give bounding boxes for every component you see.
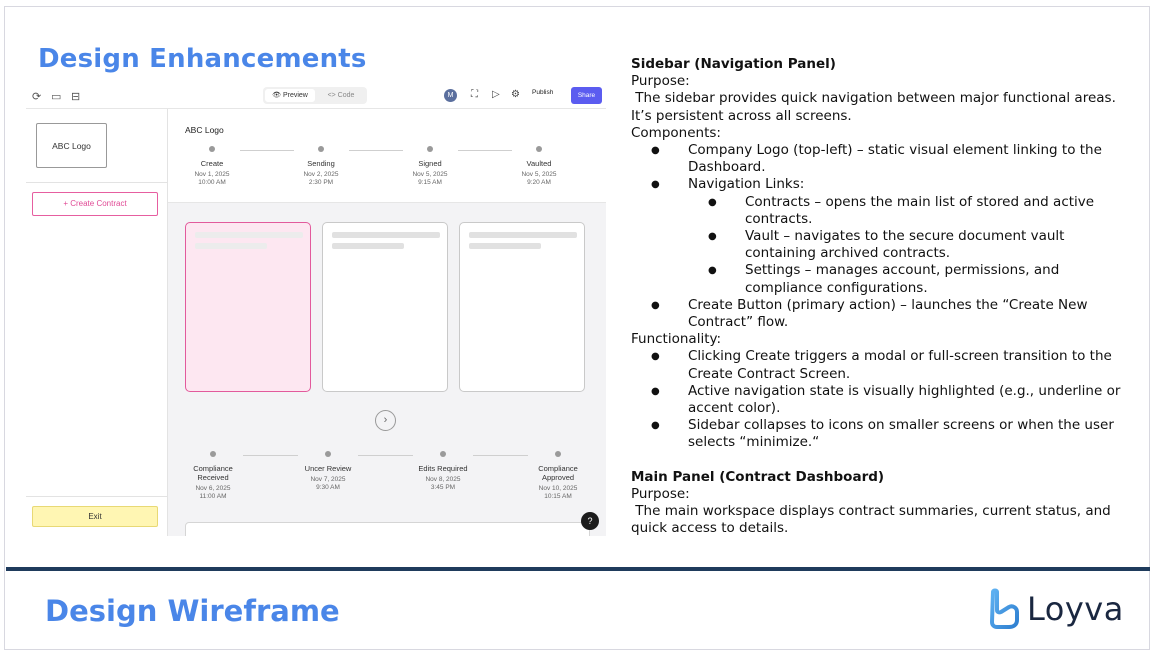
step-label: Compliance Approved <box>538 464 578 482</box>
step-label: Vaulted <box>526 159 552 168</box>
view-toggle: 👁 Preview <> Code <box>263 87 367 104</box>
status-step: Compliance Approved Nov 10, 2025 10:15 AM <box>518 451 598 501</box>
preview-tab[interactable]: 👁 Preview <box>265 89 315 102</box>
list-item: Sidebar collapses to icons on smaller sc… <box>631 417 1131 451</box>
list-item: Active navigation state is visually high… <box>631 383 1131 417</box>
list-item: Contracts – opens the main list of store… <box>631 194 1131 228</box>
create-contract-button[interactable]: + Create Contract <box>32 192 158 216</box>
contract-card[interactable] <box>322 222 448 392</box>
step-date: Nov 8, 2025 3:45 PM <box>425 476 461 491</box>
step-label: Signed <box>418 159 442 168</box>
section-title: Design Wireframe <box>45 594 340 628</box>
refresh-icon[interactable]: ⟳ <box>32 90 41 103</box>
functionality-label: Functionality: <box>631 331 722 348</box>
step-date: Nov 6, 2025 11:00 AM <box>195 485 231 500</box>
step-date: Nov 7, 2025 9:30 AM <box>310 476 346 491</box>
step-dot <box>209 146 215 152</box>
help-button[interactable]: ? <box>581 512 599 530</box>
step-date: Nov 2, 2025 2:30 PM <box>303 171 339 186</box>
list-item: Company Logo (top-left) – static visual … <box>631 142 1131 176</box>
step-date: Nov 10, 2025 10:15 AM <box>538 485 578 500</box>
status-step: Create Nov 1, 2025 10:00 AM <box>172 146 252 187</box>
content-card <box>185 522 590 536</box>
preview-label: Preview <box>282 92 308 99</box>
share-button[interactable]: Share <box>571 87 602 104</box>
spec-text: Sidebar (Navigation Panel) Purpose: The … <box>631 56 1131 537</box>
step-dot <box>325 451 331 457</box>
step-dot <box>536 146 542 152</box>
play-icon[interactable]: ▷ <box>492 89 500 100</box>
company-logo[interactable]: ABC Logo <box>36 123 107 168</box>
contract-card-selected[interactable] <box>185 222 311 392</box>
step-label: Compliance Received <box>193 464 233 482</box>
main-purpose-text: The main workspace displays contract sum… <box>631 503 1116 537</box>
wireframe-screenshot: ⟳ ▭ ⊟ 👁 Preview <> Code M ⛶ ▷ ⚙ Publish … <box>26 84 606 536</box>
exit-button[interactable]: Exit <box>32 506 158 527</box>
step-label: Create <box>200 159 224 168</box>
purpose-text: The sidebar provides quick navigation be… <box>631 90 1121 124</box>
footer-divider <box>6 567 1150 571</box>
functionality-list: Clicking Create triggers a modal or full… <box>631 348 1131 451</box>
status-step: Compliance Received Nov 6, 2025 11:00 AM <box>173 451 253 501</box>
status-step: Uncer Review Nov 7, 2025 9:30 AM <box>288 451 368 492</box>
status-header: ABC Logo Create Nov 1, 2025 10:00 AM Send… <box>168 109 606 203</box>
avatar[interactable]: M <box>444 89 457 102</box>
list-item: Create Button (primary action) – launche… <box>631 297 1131 331</box>
placeholder-line <box>332 232 440 238</box>
components-list: Company Logo (top-left) – static visual … <box>631 142 1131 331</box>
step-dot <box>318 146 324 152</box>
sidebar-divider <box>26 496 167 497</box>
scan-icon[interactable]: ⛶ <box>471 89 478 100</box>
loyva-mark-icon <box>990 588 1019 629</box>
main-title: ABC Logo <box>185 125 224 135</box>
status-step: Vaulted Nov 5, 2025 9:20 AM <box>499 146 579 187</box>
placeholder-line <box>469 243 541 249</box>
wireframe-main: ABC Logo Create Nov 1, 2025 10:00 AM Send… <box>168 109 606 536</box>
step-date: Nov 5, 2025 9:20 AM <box>521 171 557 186</box>
step-date: Nov 1, 2025 10:00 AM <box>194 171 230 186</box>
sidebar-divider <box>26 182 167 183</box>
step-label: Uncer Review <box>304 464 352 473</box>
status-step: Sending Nov 2, 2025 2:30 PM <box>281 146 361 187</box>
components-label: Components: <box>631 124 721 141</box>
wireframe-sidebar: ABC Logo + Create Contract Exit <box>26 109 168 536</box>
placeholder-line <box>332 243 404 249</box>
list-item: Vault – navigates to the secure document… <box>631 228 1131 262</box>
settings-icon[interactable]: ⚙ <box>511 89 520 100</box>
step-dot <box>427 146 433 152</box>
code-tab[interactable]: <> Code <box>317 89 365 102</box>
brand-logo: Loyva <box>987 588 1124 630</box>
list-item: Settings – manages account, permissions,… <box>631 262 1131 296</box>
purpose-label: Purpose: <box>631 73 690 90</box>
panel-icon[interactable]: ▭ <box>51 90 61 103</box>
step-dot <box>440 451 446 457</box>
step-dot <box>555 451 561 457</box>
step-label: Sending <box>307 159 335 168</box>
main-panel-heading: Main Panel (Contract Dashboard) <box>631 468 885 485</box>
brand-name: Loyva <box>1027 590 1124 628</box>
step-date: Nov 5, 2025 9:15 AM <box>412 171 448 186</box>
placeholder-line <box>195 232 303 238</box>
sidebar-heading: Sidebar (Navigation Panel) <box>631 56 836 72</box>
step-dot <box>210 451 216 457</box>
next-arrow-button[interactable]: › <box>375 410 396 431</box>
list-item: Clicking Create triggers a modal or full… <box>631 348 1131 382</box>
wireframe-toolbar: ⟳ ▭ ⊟ 👁 Preview <> Code M ⛶ ▷ ⚙ Publish … <box>26 84 606 109</box>
placeholder-line <box>195 243 267 249</box>
publish-button[interactable]: Publish <box>532 89 553 96</box>
status-step: Edits Required Nov 8, 2025 3:45 PM <box>403 451 483 492</box>
main-purpose-label: Purpose: <box>631 485 690 502</box>
placeholder-line <box>469 232 577 238</box>
status-step: Signed Nov 5, 2025 9:15 AM <box>390 146 470 187</box>
page-title: Design Enhancements <box>38 44 367 74</box>
list-item: Navigation Links: <box>631 176 1131 193</box>
step-label: Edits Required <box>418 464 468 473</box>
contract-card[interactable] <box>459 222 585 392</box>
layout-icon[interactable]: ⊟ <box>71 90 80 103</box>
